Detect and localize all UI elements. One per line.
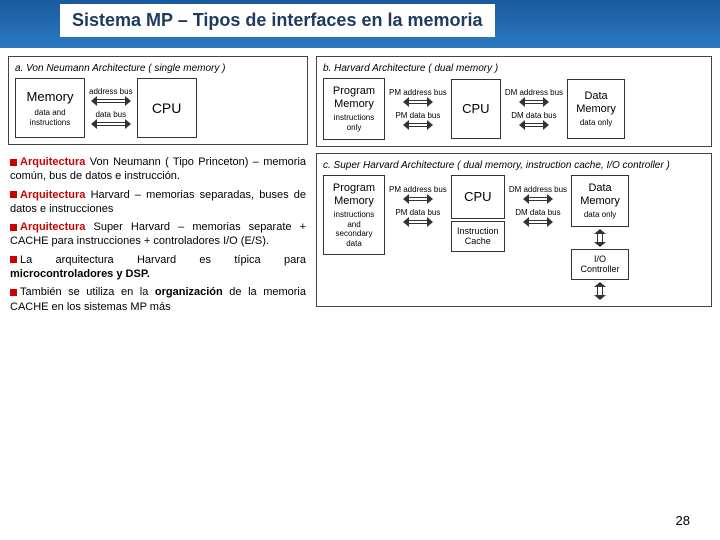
b2-key: Arquitectura (20, 189, 85, 201)
diagram-von-neumann: a. Von Neumann Architecture ( single mem… (8, 56, 308, 145)
content-area: a. Von Neumann Architecture ( single mem… (0, 48, 720, 330)
pm-data-c: PM data bus (395, 208, 440, 217)
b5-text: También se utiliza en la (20, 286, 155, 298)
pmem-sub: instructions only (328, 113, 380, 132)
pmem-box: Program Memory instructions only (323, 78, 385, 140)
diag-b-label: b. Harvard Architecture ( dual memory ) (323, 63, 705, 74)
cpu-cache-stack: CPU Instruction Cache (451, 175, 505, 253)
dmem-box: Data Memory data only (567, 79, 625, 139)
bullet-icon (10, 289, 17, 296)
diagram-super-harvard: c. Super Harvard Architecture ( dual mem… (316, 153, 712, 308)
b4-text: La arquitectura Harvard es típica para (20, 254, 306, 266)
io-box: I/O Controller (571, 249, 629, 281)
data-bus-label: data bus (95, 110, 126, 119)
bullet-icon (10, 256, 17, 263)
dmem-io-stack: Data Memory data only I/O Controller (571, 175, 629, 301)
pm-addr-c: PM address bus (389, 185, 447, 194)
memory-sub: data and instructions (20, 108, 80, 127)
addr-bus-label: address bus (89, 87, 133, 96)
pm-bus-group: PM address bus PM data bus (389, 88, 447, 130)
cache-box: Instruction Cache (451, 221, 505, 253)
memory-box: Memory data and instructions (15, 78, 85, 138)
left-column: a. Von Neumann Architecture ( single mem… (8, 56, 308, 322)
pm-data-label: PM data bus (395, 111, 440, 120)
bullet-icon (10, 191, 17, 198)
bullet-text: Arquitectura Von Neumann ( Tipo Princeto… (8, 151, 308, 322)
cpu-box-c: CPU (451, 175, 505, 219)
diag-a-label: a. Von Neumann Architecture ( single mem… (15, 63, 301, 74)
pmem-sub-c: instructions and secondary data (328, 210, 380, 248)
b3-key: Arquitectura (20, 221, 85, 233)
pmem-title: Program Memory (328, 85, 380, 111)
bullet-icon (10, 159, 17, 166)
dmem-title: Data Memory (572, 90, 620, 116)
dm-bus-group: DM address bus DM data bus (505, 88, 563, 130)
diag-c-label: c. Super Harvard Architecture ( dual mem… (323, 160, 705, 171)
dmem-sub: data only (572, 118, 620, 128)
bus-group: address bus data bus (89, 87, 133, 129)
dm-addr-label: DM address bus (505, 88, 563, 97)
b4-key: microcontroladores y DSP. (10, 268, 150, 280)
dmem-sub-c: data only (576, 210, 624, 220)
dm-data-label: DM data bus (511, 111, 556, 120)
dmem-title-c: Data Memory (576, 182, 624, 208)
right-column: b. Harvard Architecture ( dual memory ) … (316, 56, 712, 322)
b1-key: Arquitectura (20, 156, 85, 168)
pm-addr-label: PM address bus (389, 88, 447, 97)
dm-bus-group-c: DM address bus DM data bus (509, 185, 567, 227)
pmem-box-c: Program Memory instructions and secondar… (323, 175, 385, 256)
pmem-title-c: Program Memory (328, 182, 380, 208)
vert-arrow-icon (594, 229, 606, 247)
dm-addr-c: DM address bus (509, 185, 567, 194)
cpu-box-b: CPU (451, 79, 501, 139)
dmem-box-c: Data Memory data only (571, 175, 629, 227)
b5-key: organización (155, 286, 223, 298)
diagram-harvard: b. Harvard Architecture ( dual memory ) … (316, 56, 712, 147)
page-number: 28 (676, 513, 690, 528)
slide-title: Sistema MP – Tipos de interfaces en la m… (60, 4, 495, 37)
cpu-box: CPU (137, 78, 197, 138)
dm-data-c: DM data bus (515, 208, 560, 217)
vert-arrow-icon (594, 282, 606, 300)
b5-c: de la (223, 286, 263, 298)
bullet-icon (10, 224, 17, 231)
pm-bus-group-c: PM address bus PM data bus (389, 185, 447, 227)
memory-title: Memory (20, 89, 80, 105)
